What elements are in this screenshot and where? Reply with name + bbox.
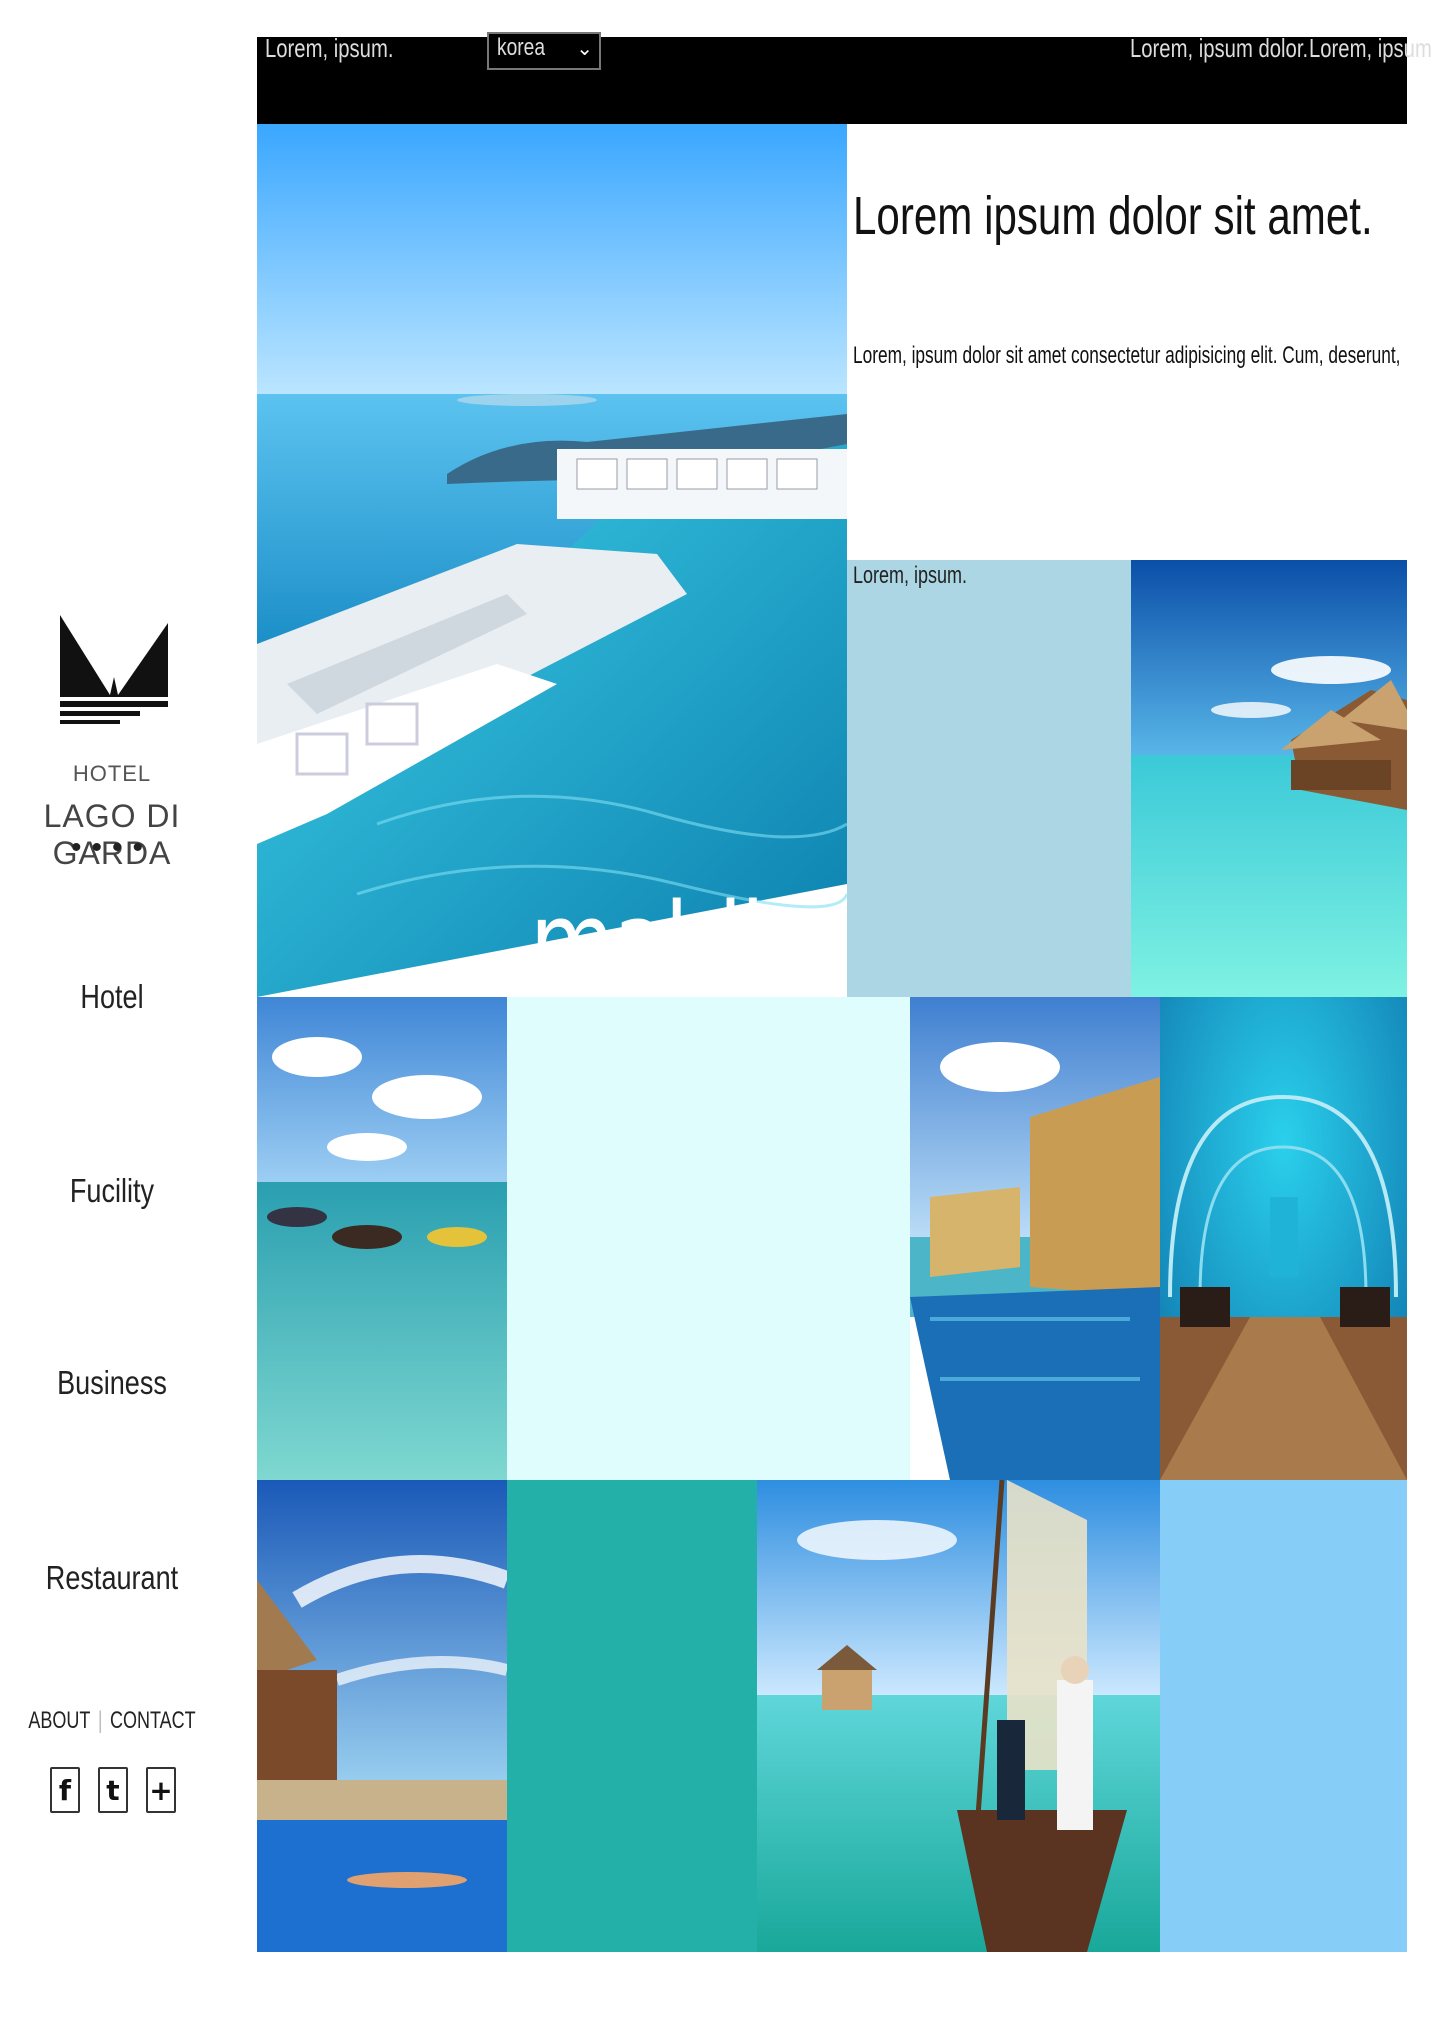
footer-separator: | bbox=[97, 1707, 103, 1734]
sailboat-image[interactable] bbox=[757, 1480, 1160, 1952]
star-rating: •••• bbox=[70, 831, 153, 864]
facebook-icon[interactable]: f bbox=[50, 1767, 80, 1813]
tile-label: Lorem, ipsum. bbox=[853, 562, 968, 589]
teal-tile[interactable] bbox=[507, 1480, 757, 1952]
page-heading: Lorem ipsum dolor sit amet. bbox=[853, 186, 1373, 246]
country-select-value: korea bbox=[497, 34, 546, 61]
overwater-bungalow-image[interactable] bbox=[1131, 560, 1407, 997]
pale-cyan-tile[interactable] bbox=[507, 997, 910, 1480]
hotel-label: HOTEL bbox=[72, 761, 152, 786]
light-blue-tile[interactable] bbox=[847, 560, 1131, 997]
plus-icon[interactable]: + bbox=[146, 1767, 176, 1813]
sky-blue-tile[interactable] bbox=[1160, 1480, 1407, 1952]
chevron-down-icon: ⌄ bbox=[576, 38, 593, 60]
hotel-logo-icon[interactable] bbox=[60, 615, 168, 725]
about-link[interactable]: ABOUT bbox=[28, 1707, 90, 1734]
country-select[interactable]: korea ⌄ bbox=[487, 32, 601, 70]
villa-pool-image[interactable] bbox=[257, 1480, 507, 1952]
topbar-link-1[interactable]: Lorem, ipsum dolor. bbox=[1130, 33, 1308, 64]
top-bar: Lorem, ipsum. Lorem, ipsum dolor. Lorem,… bbox=[257, 33, 1432, 124]
topbar-left-link[interactable]: Lorem, ipsum. bbox=[265, 33, 393, 64]
footer-links: ABOUT | CONTACT bbox=[28, 1707, 196, 1735]
nav-item-restaurant[interactable]: Restaurant bbox=[20, 1559, 204, 1597]
underwater-restaurant-image[interactable] bbox=[1160, 997, 1407, 1480]
topbar-link-2[interactable]: Lorem, ipsum bbox=[1309, 33, 1432, 64]
resort-pool-image[interactable] bbox=[910, 997, 1160, 1480]
swimmers-image[interactable] bbox=[257, 997, 507, 1480]
nav-item-business[interactable]: Business bbox=[20, 1364, 204, 1402]
nav-item-hotel[interactable]: Hotel bbox=[20, 978, 204, 1016]
hero-image bbox=[257, 124, 847, 997]
nav-item-facility[interactable]: Fucility bbox=[20, 1172, 204, 1210]
contact-link[interactable]: CONTACT bbox=[110, 1707, 196, 1734]
intro-paragraph: Lorem, ipsum dolor sit amet consectetur … bbox=[853, 342, 1401, 369]
twitter-icon[interactable]: t bbox=[98, 1767, 128, 1813]
